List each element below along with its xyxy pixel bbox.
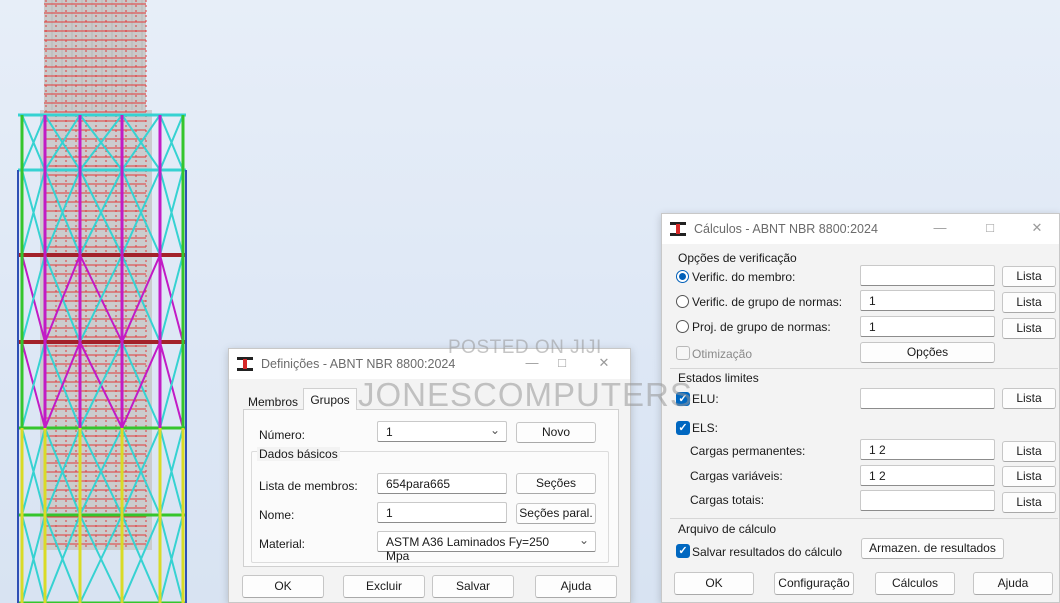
excluir-button[interactable]: Excluir: [343, 575, 425, 598]
ok-button[interactable]: OK: [242, 575, 324, 598]
app-logo-icon: [237, 357, 253, 371]
material-select[interactable]: ASTM A36 Laminados Fy=250 Mpa ⌄: [377, 531, 596, 563]
lista-button[interactable]: Lista: [1002, 388, 1056, 409]
calculos-titlebar[interactable]: Cálculos - ABNT NBR 8800:2024 — □ ✕: [662, 214, 1059, 244]
cargas-variaveis-input[interactable]: 1 2: [860, 465, 995, 486]
lista-button[interactable]: Lista: [1002, 292, 1056, 313]
lista-button[interactable]: Lista: [1002, 318, 1056, 339]
numero-label: Número:: [259, 428, 306, 442]
secoes-paral-button[interactable]: Seções paral.: [516, 503, 596, 524]
armazen-resultados-button[interactable]: Armazen. de resultados: [861, 538, 1004, 559]
els-checkbox[interactable]: ✓: [676, 421, 690, 435]
minimize-icon[interactable]: —: [930, 219, 950, 237]
numero-select[interactable]: 1 ⌄: [377, 421, 507, 442]
lista-button[interactable]: Lista: [1002, 492, 1056, 513]
elu-checkbox[interactable]: ✓: [676, 392, 690, 406]
ok-button[interactable]: OK: [674, 572, 754, 595]
verific-membro-input[interactable]: [860, 265, 995, 286]
secoes-button[interactable]: Seções: [516, 473, 596, 494]
salvar-button[interactable]: Salvar: [432, 575, 514, 598]
elu-input[interactable]: [860, 388, 995, 409]
lista-button[interactable]: Lista: [1002, 466, 1056, 487]
ajuda-button[interactable]: Ajuda: [535, 575, 617, 598]
app-logo-icon: [670, 222, 686, 236]
novo-button[interactable]: Novo: [516, 422, 596, 443]
maximize-icon[interactable]: □: [980, 219, 1000, 237]
verific-membro-radio[interactable]: [676, 270, 689, 283]
verific-grupo-radio[interactable]: [676, 295, 689, 308]
cargas-permanentes-label: Cargas permanentes:: [690, 444, 806, 458]
calculos-dialog: Cálculos - ABNT NBR 8800:2024 — □ ✕ Opçõ…: [661, 213, 1060, 603]
material-label: Material:: [259, 537, 306, 551]
salvar-resultados-label[interactable]: Salvar resultados do cálculo: [692, 545, 842, 559]
chevron-down-icon: ⌄: [578, 533, 589, 547]
dados-basicos-title: Dados básicos: [257, 447, 340, 461]
nome-label: Nome:: [259, 508, 295, 522]
lista-button[interactable]: Lista: [1002, 441, 1056, 462]
close-icon[interactable]: ✕: [1027, 219, 1047, 237]
calculos-title: Cálculos - ABNT NBR 8800:2024: [694, 222, 878, 236]
definicoes-title: Definições - ABNT NBR 8800:2024: [261, 357, 456, 371]
els-label[interactable]: ELS:: [692, 421, 718, 435]
opcoes-button[interactable]: Opções: [860, 342, 995, 363]
lista-membros-input[interactable]: 654para665: [377, 473, 507, 494]
elu-label[interactable]: ELU:: [692, 392, 719, 406]
definicoes-dialog: Definições - ABNT NBR 8800:2024 — □ ✕ Me…: [228, 348, 631, 603]
ajuda-button[interactable]: Ajuda: [973, 572, 1053, 595]
calculos-button[interactable]: Cálculos: [875, 572, 955, 595]
otimizacao-checkbox[interactable]: [676, 346, 690, 360]
tab-grupos[interactable]: Grupos: [303, 388, 357, 410]
verific-grupo-label[interactable]: Verific. de grupo de normas:: [692, 295, 842, 309]
close-icon[interactable]: ✕: [594, 354, 614, 372]
cargas-variaveis-label: Cargas variáveis:: [690, 469, 783, 483]
numero-value: 1: [386, 425, 393, 439]
opcoes-verificacao-title: Opções de verificação: [678, 251, 797, 265]
arquivo-calculo-title: Arquivo de cálculo: [678, 522, 777, 536]
configuracao-button[interactable]: Configuração: [774, 572, 854, 595]
lista-membros-label: Lista de membros:: [259, 479, 358, 493]
salvar-resultados-checkbox[interactable]: ✓: [676, 544, 690, 558]
cargas-totais-label: Cargas totais:: [690, 493, 765, 507]
proj-grupo-input[interactable]: 1: [860, 316, 995, 337]
divider: [670, 368, 1058, 369]
definicoes-titlebar[interactable]: Definições - ABNT NBR 8800:2024 — □ ✕: [229, 349, 630, 379]
otimizacao-label[interactable]: Otimização: [692, 347, 752, 361]
verific-grupo-input[interactable]: 1: [860, 290, 995, 311]
lista-button[interactable]: Lista: [1002, 266, 1056, 287]
minimize-icon[interactable]: —: [522, 354, 542, 372]
cargas-totais-input[interactable]: [860, 490, 995, 511]
divider: [670, 518, 1058, 519]
estados-limites-title: Estados limites: [678, 371, 759, 385]
verific-membro-label[interactable]: Verific. do membro:: [692, 270, 795, 284]
cargas-permanentes-input[interactable]: 1 2: [860, 439, 995, 460]
proj-grupo-label[interactable]: Proj. de grupo de normas:: [692, 320, 831, 334]
proj-grupo-radio[interactable]: [676, 320, 689, 333]
nome-input[interactable]: 1: [377, 502, 507, 523]
chevron-down-icon: ⌄: [489, 423, 500, 437]
maximize-icon[interactable]: □: [552, 354, 572, 372]
